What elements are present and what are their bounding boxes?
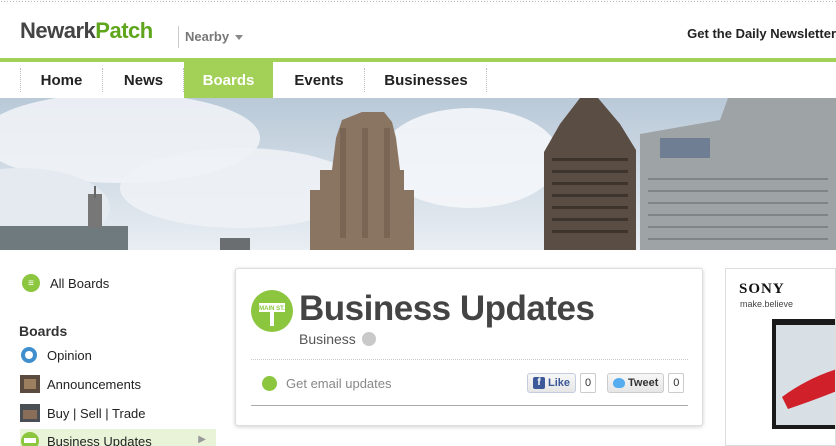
email-updates-link[interactable]: Get email updates <box>262 376 392 391</box>
nav-businesses[interactable]: Businesses <box>365 62 487 98</box>
announcements-thumb-icon <box>20 375 40 393</box>
facebook-like-widget: f Like 0 <box>527 373 597 393</box>
nav-boards[interactable]: Boards <box>184 58 273 102</box>
boards-sidebar: ≡ All Boards Boards Opinion Announcement… <box>8 250 228 446</box>
list-icon: ≡ <box>22 274 40 292</box>
tweet-label: Tweet <box>628 377 659 389</box>
newsletter-link[interactable]: Get the Daily Newsletter <box>687 26 836 41</box>
email-updates-label: Get email updates <box>286 376 392 391</box>
sidebar-item-label: Business Updates <box>47 433 152 446</box>
nav-events[interactable]: Events <box>273 62 365 98</box>
main-st-sign-icon <box>20 432 40 446</box>
logo-city: Newark <box>20 18 96 43</box>
sidebar-item-label: Buy | Sell | Trade <box>47 405 146 421</box>
like-label: Like <box>548 377 571 389</box>
info-icon <box>20 346 40 364</box>
nav-news[interactable]: News <box>103 62 184 98</box>
sony-advertisement[interactable]: SONY make.believe <box>725 268 836 446</box>
all-boards-label: All Boards <box>50 275 110 291</box>
header-dotted-border <box>0 0 836 4</box>
chevron-right-icon: ▶ <box>198 434 206 445</box>
tweet-button[interactable]: Tweet <box>607 373 665 393</box>
skyline-illustration <box>0 98 836 250</box>
sidebar-item-label: Opinion <box>47 347 92 363</box>
sidebar-item-announcements[interactable]: Announcements <box>20 372 216 396</box>
twitter-bird-icon <box>613 378 625 388</box>
site-header: NewarkPatch Nearby Get the Daily Newslet… <box>0 0 836 58</box>
all-boards-link[interactable]: ≡ All Boards <box>22 274 109 292</box>
facebook-like-button[interactable]: f Like <box>527 373 577 393</box>
like-count: 0 <box>580 373 597 393</box>
site-logo[interactable]: NewarkPatch <box>20 18 153 44</box>
facebook-icon: f <box>533 377 545 389</box>
category-label[interactable]: Business <box>299 331 356 347</box>
tweet-count: 0 <box>668 373 685 393</box>
chevron-down-icon <box>235 35 244 41</box>
sidebar-item-opinion[interactable]: Opinion <box>20 343 216 367</box>
page-title: Business Updates <box>299 289 595 328</box>
twitter-tweet-widget: Tweet 0 <box>607 373 685 393</box>
sign-text: MAIN ST. <box>259 306 285 312</box>
board-category: Business <box>299 331 376 347</box>
flag-icon[interactable] <box>361 332 376 346</box>
nav-home[interactable]: Home <box>20 62 103 98</box>
board-header-card: MAIN ST. Business Updates Business Get e… <box>235 268 703 426</box>
logo-divider <box>178 26 179 48</box>
logo-patch: Patch <box>95 18 153 43</box>
sidebar-item-business-updates[interactable]: Business Updates ▶ <box>20 429 216 446</box>
nearby-dropdown[interactable]: Nearby <box>185 29 244 44</box>
envelope-icon <box>262 376 277 391</box>
main-nav: Home News Boards Events Businesses <box>0 58 836 102</box>
sidebar-item-buy-sell-trade[interactable]: Buy | Sell | Trade <box>20 401 216 425</box>
hero-skyline-image <box>0 98 836 250</box>
nearby-label: Nearby <box>185 29 230 44</box>
ad-tagline: make.believe <box>740 299 794 309</box>
ad-brand: SONY <box>739 281 785 297</box>
divider <box>251 359 688 360</box>
trade-thumb-icon <box>20 404 40 422</box>
boards-heading: Boards <box>19 323 68 339</box>
main-st-sign-icon: MAIN ST. <box>251 290 293 332</box>
sidebar-item-label: Announcements <box>47 376 141 392</box>
divider <box>251 405 688 406</box>
